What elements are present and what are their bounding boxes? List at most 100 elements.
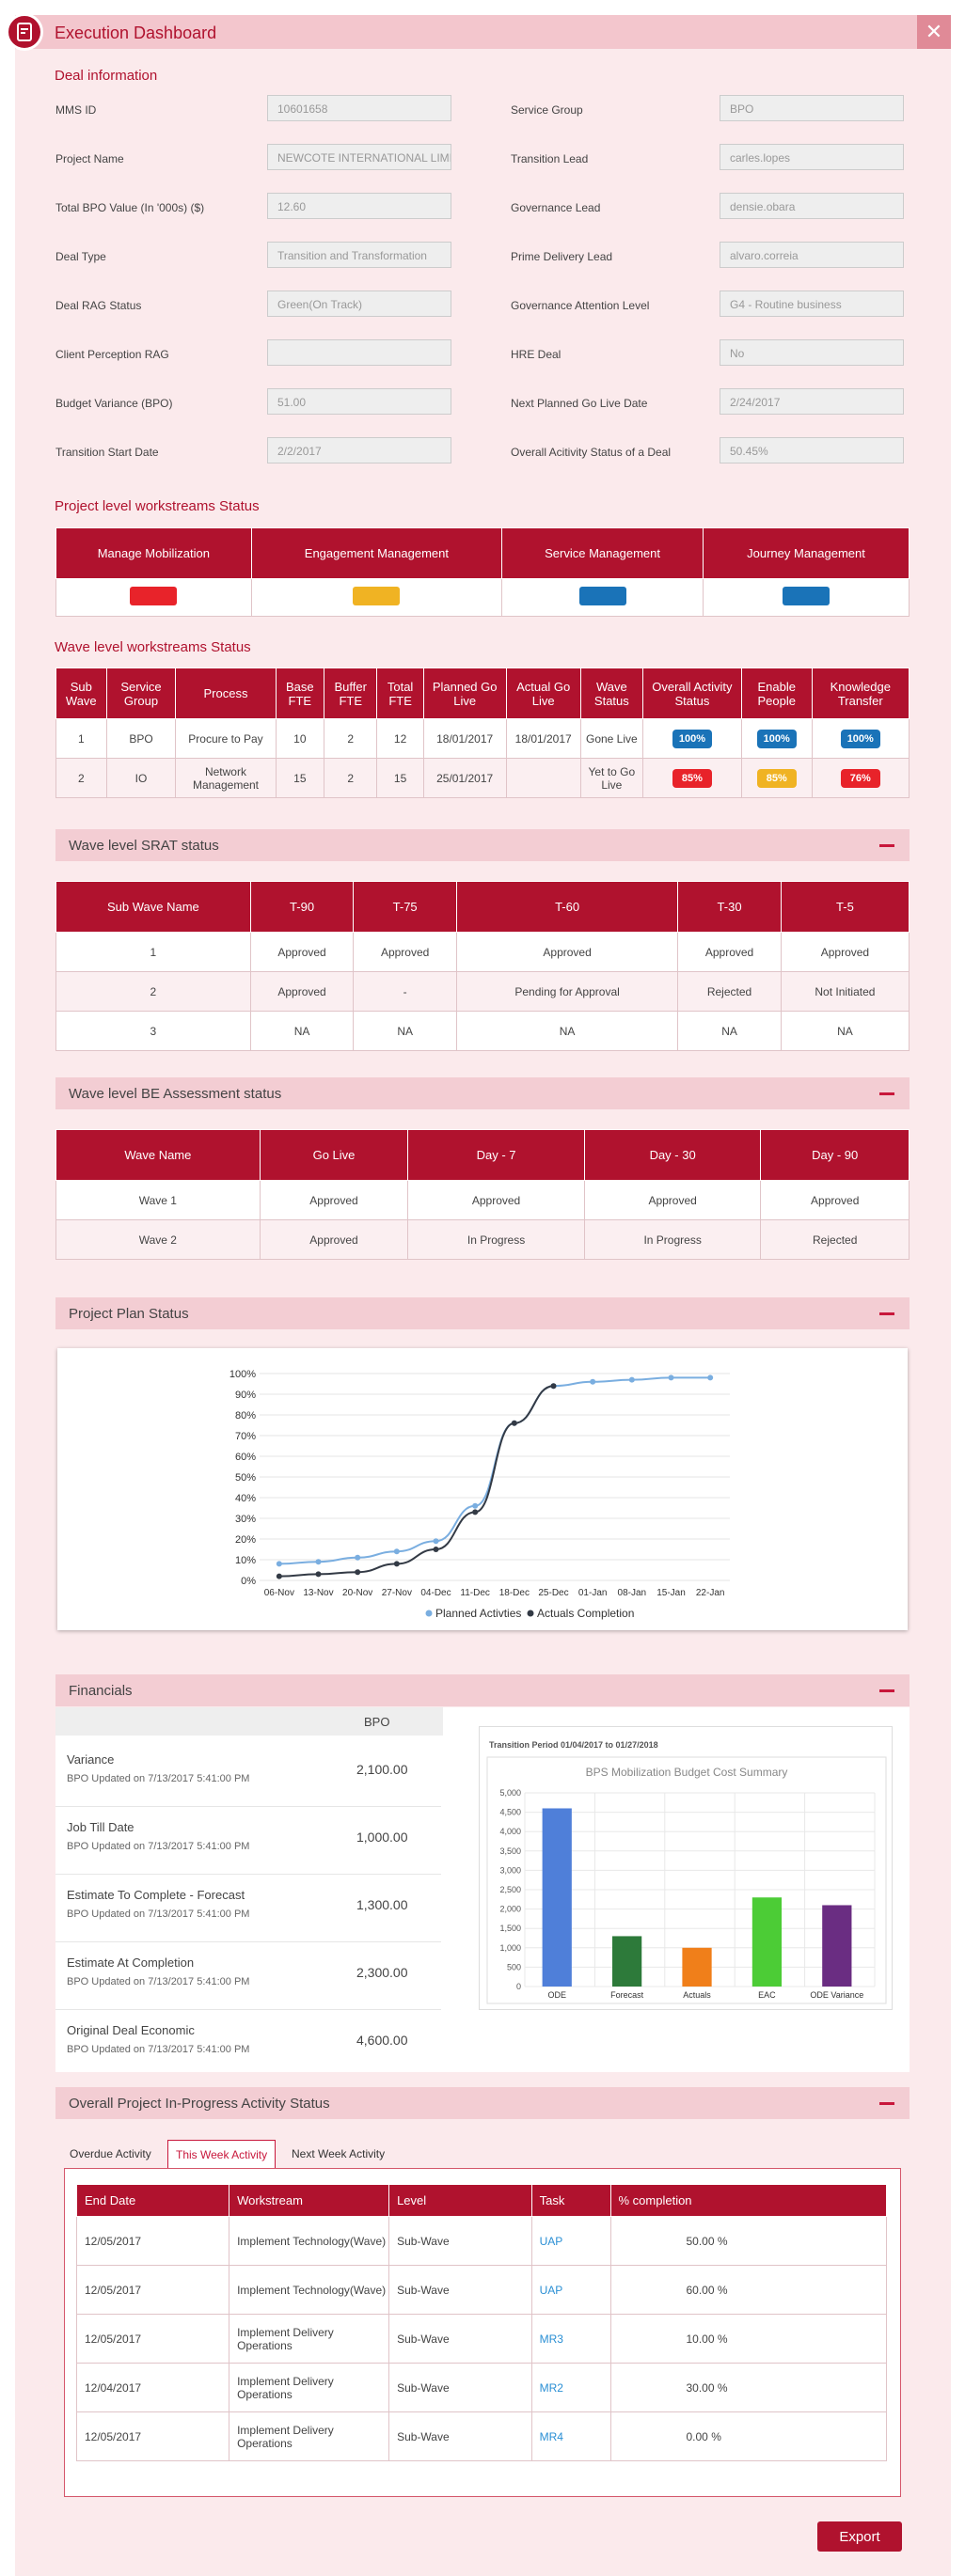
field-value-input[interactable]: 50.45% (720, 437, 904, 463)
field-value-input[interactable]: G4 - Routine business (720, 291, 904, 317)
task-link[interactable]: MR3 (530, 2314, 611, 2364)
field-value-input[interactable]: NEWCOTE INTERNATIONAL LIMITE (267, 144, 451, 170)
table-cell: Yet to Go Live (579, 758, 643, 798)
status-cell: 100% (740, 718, 813, 759)
project-plan-line-chart: 0% 10% 20% 30% 40% 50% 60% 70% 80% 90% 100% 06-Nov 1… (229, 1369, 730, 1620)
percent-badge: 100% (672, 729, 712, 748)
table-cell: 12/05/2017 (75, 2216, 230, 2266)
task-link[interactable]: MR2 (530, 2363, 611, 2412)
column-header: Overall Activity Status (641, 668, 742, 719)
collapse-icon[interactable] (879, 1092, 894, 1095)
table-cell: 12/05/2017 (75, 2265, 230, 2315)
column-header: Level (388, 2184, 532, 2217)
table-cell: 15 (376, 758, 424, 798)
y-tick-label: 70% (235, 1431, 256, 1442)
table-cell: NA (677, 1011, 782, 1051)
field-value-input[interactable] (267, 339, 451, 366)
data-point (472, 1502, 479, 1509)
task-link[interactable]: UAP (530, 2216, 611, 2266)
y-tick-label: 20% (235, 1534, 256, 1546)
field-value-input[interactable]: 10601658 (267, 95, 451, 121)
table-cell: Wave 2 (55, 1219, 261, 1260)
execution-dashboard-modal: Execution Dashboard ✕ Deal information M… (6, 13, 951, 2576)
y-tick-label: 30% (235, 1514, 256, 1525)
field-value-input[interactable]: alvaro.correia (720, 242, 904, 268)
column-header: Base FTE (275, 668, 325, 719)
data-point (276, 1573, 282, 1579)
table-cell: 3 (55, 1011, 251, 1051)
export-button[interactable]: Export (817, 2521, 902, 2552)
table-cell: 1 (55, 932, 251, 972)
table-row: 1 BPO Procure to Pay 10 2 12 18/01/2017 18/01/2… (55, 718, 910, 759)
financial-row: Estimate At Completion BPO Updated on 7/1… (55, 1942, 441, 2010)
task-link[interactable]: UAP (530, 2265, 611, 2315)
field-value-input[interactable]: carles.lopes (720, 144, 904, 170)
table-cell: Approved (353, 932, 457, 972)
column-header: Engagement Management (250, 527, 503, 579)
field-label: Governance Lead (511, 201, 601, 214)
x-tick-label: 04-Dec (420, 1588, 451, 1598)
data-point (590, 1378, 596, 1385)
collapse-icon[interactable] (879, 1312, 894, 1315)
field-value-input[interactable]: 2/2/2017 (267, 437, 451, 463)
column-header: Process (175, 668, 277, 719)
field-value-input[interactable]: 12.60 (267, 193, 451, 219)
field-label: Governance Attention Level (511, 299, 650, 312)
table-cell: Approved (259, 1180, 409, 1220)
y-tick-label: 1,000 (499, 1943, 521, 1953)
close-icon[interactable]: ✕ (917, 15, 951, 49)
field-value-input[interactable]: 2/24/2017 (720, 388, 904, 415)
field-label: Client Perception RAG (55, 348, 169, 361)
data-point (433, 1547, 439, 1552)
table-cell: 2 (55, 758, 107, 798)
plan-title: Project Plan Status (69, 1306, 189, 1322)
bar (542, 1808, 572, 1987)
be-band[interactable]: Wave level BE Assessment status (55, 1077, 910, 1109)
column-header: Sub Wave (55, 668, 107, 719)
table-cell: Sub-Wave (388, 2216, 532, 2266)
field-value-input[interactable]: densie.obara (720, 193, 904, 219)
tab-overdue-activity[interactable]: Overdue Activity (62, 2140, 159, 2168)
data-point (433, 1538, 439, 1545)
field-value-input[interactable]: BPO (720, 95, 904, 121)
tab-next-week-activity[interactable]: Next Week Activity (284, 2140, 392, 2168)
y-tick-label: 80% (235, 1410, 256, 1422)
collapse-icon[interactable] (879, 2102, 894, 2105)
field-value-input[interactable]: Green(On Track) (267, 291, 451, 317)
table-row: 12/05/2017 Implement Technology(Wave) Sub-… (75, 2216, 887, 2266)
plan-band[interactable]: Project Plan Status (55, 1297, 910, 1329)
column-header: Day - 30 (583, 1129, 762, 1181)
budget-chart-card: Transition Period 01/04/2017 to 01/27/20… (479, 1726, 893, 2010)
percent-badge: 76% (840, 768, 880, 788)
bar (612, 1936, 642, 1987)
collapse-icon[interactable] (879, 844, 894, 847)
financial-value: 2,100.00 (356, 1762, 408, 1777)
table-cell: 12/05/2017 (75, 2411, 230, 2461)
activity-band[interactable]: Overall Project In-Progress Activity Sta… (55, 2087, 910, 2119)
task-link[interactable]: MR4 (530, 2411, 611, 2461)
column-header: Total FTE (376, 668, 424, 719)
tab-this-week-activity[interactable]: This Week Activity (167, 2140, 277, 2169)
financials-band[interactable]: Financials (55, 1674, 910, 1706)
column-header: Service Management (501, 527, 704, 579)
table-row: 12/05/2017 Implement Technology(Wave) Sub-… (75, 2265, 887, 2315)
field-value-input[interactable]: Transition and Transformation (267, 242, 451, 268)
collapse-icon[interactable] (879, 1689, 894, 1692)
financial-metric-name: Estimate At Completion (67, 1956, 195, 1970)
field-value-input[interactable]: No (720, 339, 904, 366)
column-header: Sub Wave Name (55, 881, 251, 933)
srat-band[interactable]: Wave level SRAT status (55, 829, 910, 861)
y-tick-label: 40% (235, 1493, 256, 1504)
field-label: Overall Acitivity Status of a Deal (511, 446, 672, 459)
y-tick-label: 2,000 (499, 1905, 521, 1914)
activity-panel: End Date Workstream Level Task% completion … (64, 2168, 901, 2497)
title-bar: Execution Dashboard ✕ (6, 13, 951, 51)
budget-bar-chart: Transition Period 01/04/2017 to 01/27/20… (486, 1740, 887, 2004)
field-label: Deal RAG Status (55, 299, 142, 312)
bpo-column-header: BPO (364, 1715, 390, 1729)
y-tick-label: 10% (235, 1555, 256, 1566)
activity-table: End Date Workstream Level Task% completion … (75, 2184, 887, 2461)
y-tick-label: 50% (235, 1472, 256, 1484)
table-row: 2 Approved - Pending for Approval Rejected No… (55, 971, 910, 1012)
field-value-input[interactable]: 51.00 (267, 388, 451, 415)
